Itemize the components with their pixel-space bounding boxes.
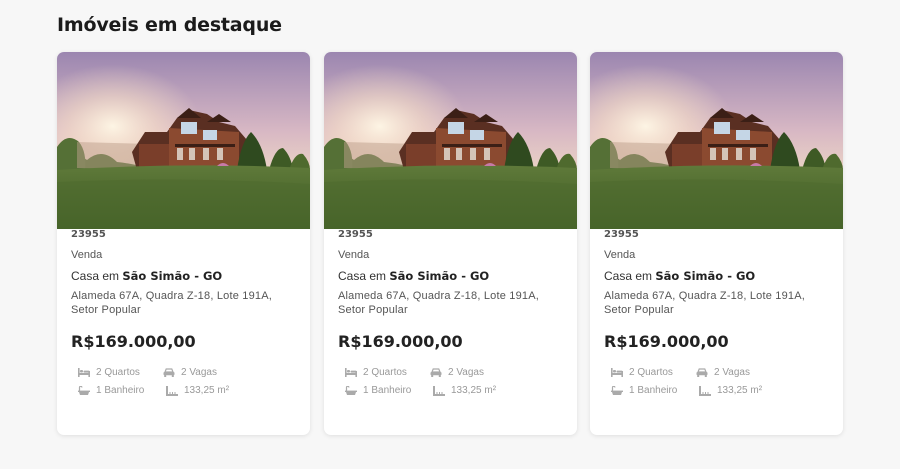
feature-bedrooms: 2 Quartos xyxy=(611,367,673,378)
feature-bathrooms: 1 Banheiro xyxy=(345,385,411,396)
bathtub-icon xyxy=(611,385,623,395)
area-label: 133,25 m² xyxy=(451,385,497,396)
feature-garage: 2 Vagas xyxy=(430,367,484,378)
garage-label: 2 Vagas xyxy=(714,367,750,378)
area-label: 133,25 m² xyxy=(717,385,763,396)
feature-area: 133,25 m² xyxy=(433,385,496,396)
ruler-icon xyxy=(433,385,445,396)
bedrooms-label: 2 Quartos xyxy=(363,367,407,378)
listing-info: 23955 Venda Casa em São Simão - GO Alame… xyxy=(604,162,834,422)
area-label: 133,25 m² xyxy=(184,385,230,396)
feature-bedrooms: 2 Quartos xyxy=(345,367,407,378)
listing-code: 23955 xyxy=(604,229,639,240)
listing-city: São Simão - GO xyxy=(389,269,490,283)
feature-area: 133,25 m² xyxy=(699,385,762,396)
listing-card[interactable]: 23955 Venda Casa em São Simão - GO Alame… xyxy=(57,52,310,435)
feature-bedrooms: 2 Quartos xyxy=(78,367,140,378)
listing-city: São Simão - GO xyxy=(655,269,756,283)
ruler-icon xyxy=(699,385,711,396)
featured-listings: 23955 Venda Casa em São Simão - GO Alame… xyxy=(0,0,900,469)
feature-garage: 2 Vagas xyxy=(163,367,217,378)
listing-address: Alameda 67A, Quadra Z-18, Lote 191A, Set… xyxy=(71,290,273,316)
bed-icon xyxy=(345,368,357,377)
bed-icon xyxy=(78,368,90,377)
listing-address: Alameda 67A, Quadra Z-18, Lote 191A, Set… xyxy=(604,290,806,316)
bathrooms-label: 1 Banheiro xyxy=(96,385,145,396)
bedrooms-label: 2 Quartos xyxy=(629,367,673,378)
listing-title: Casa em São Simão - GO xyxy=(338,269,489,283)
listing-city: São Simão - GO xyxy=(122,269,223,283)
bathtub-icon xyxy=(78,385,90,395)
car-icon xyxy=(696,368,708,377)
listing-info: 23955 Venda Casa em São Simão - GO Alame… xyxy=(338,162,568,422)
feature-area: 133,25 m² xyxy=(166,385,229,396)
bathrooms-label: 1 Banheiro xyxy=(363,385,412,396)
listing-price: R$169.000,00 xyxy=(338,332,463,351)
listing-address: Alameda 67A, Quadra Z-18, Lote 191A, Set… xyxy=(338,290,540,316)
bedrooms-label: 2 Quartos xyxy=(96,367,140,378)
listing-code: 23955 xyxy=(338,229,373,240)
garage-label: 2 Vagas xyxy=(448,367,484,378)
bathtub-icon xyxy=(345,385,357,395)
title-prefix: Casa em xyxy=(71,269,120,283)
listing-type: Venda xyxy=(338,249,370,261)
title-prefix: Casa em xyxy=(604,269,653,283)
car-icon xyxy=(163,368,175,377)
listing-type: Venda xyxy=(71,249,103,261)
feature-garage: 2 Vagas xyxy=(696,367,750,378)
bed-icon xyxy=(611,368,623,377)
listing-title: Casa em São Simão - GO xyxy=(604,269,755,283)
listing-type: Venda xyxy=(604,249,636,261)
feature-bathrooms: 1 Banheiro xyxy=(611,385,677,396)
listing-info: 23955 Venda Casa em São Simão - GO Alame… xyxy=(71,162,301,422)
bathrooms-label: 1 Banheiro xyxy=(629,385,678,396)
listing-card[interactable]: 23955 Venda Casa em São Simão - GO Alame… xyxy=(590,52,843,435)
listing-code: 23955 xyxy=(71,229,106,240)
listing-card[interactable]: 23955 Venda Casa em São Simão - GO Alame… xyxy=(324,52,577,435)
garage-label: 2 Vagas xyxy=(181,367,217,378)
listing-price: R$169.000,00 xyxy=(604,332,729,351)
feature-bathrooms: 1 Banheiro xyxy=(78,385,144,396)
ruler-icon xyxy=(166,385,178,396)
car-icon xyxy=(430,368,442,377)
listing-price: R$169.000,00 xyxy=(71,332,196,351)
listing-title: Casa em São Simão - GO xyxy=(71,269,222,283)
title-prefix: Casa em xyxy=(338,269,387,283)
